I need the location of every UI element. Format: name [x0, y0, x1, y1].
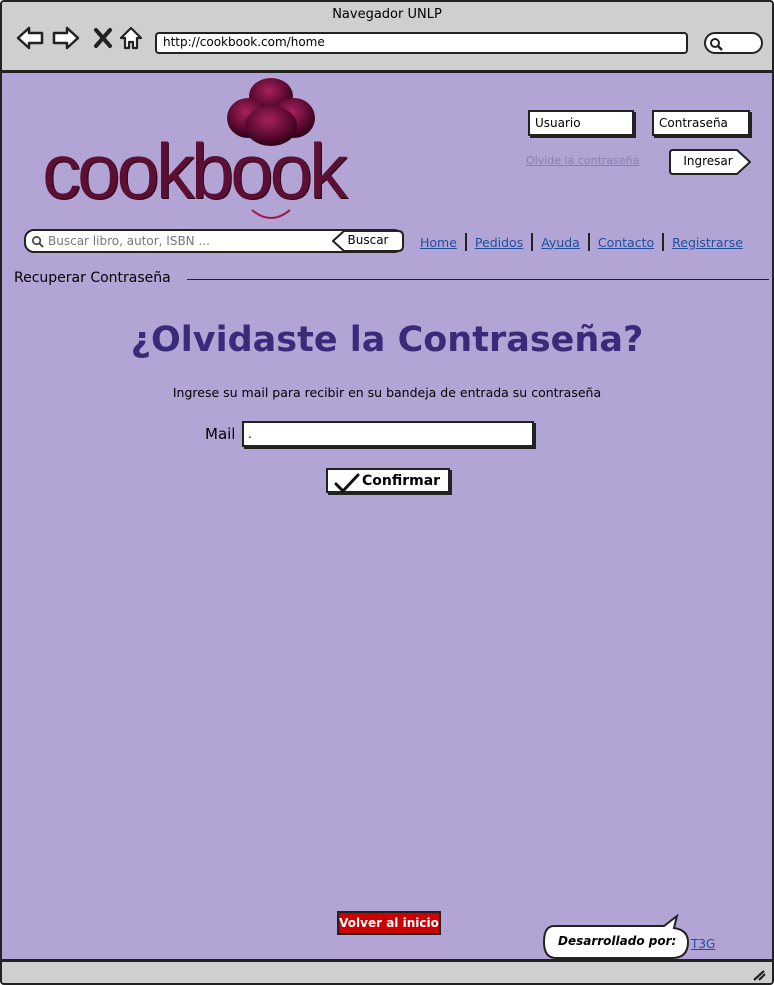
username-input[interactable]: Usuario [528, 110, 634, 136]
forward-arrow-icon[interactable] [52, 24, 80, 52]
status-bar [2, 959, 772, 983]
logo-text: cookbook [42, 127, 348, 215]
search-icon [710, 38, 723, 51]
mail-input[interactable]: . [242, 421, 534, 447]
mail-label: Mail [205, 425, 236, 443]
nav-link-registrarse[interactable]: Registrarse [672, 235, 743, 250]
password-input[interactable]: Contraseña [652, 110, 750, 136]
login-button[interactable]: Ingresar [669, 149, 751, 175]
section-title: Recuperar Contraseña [14, 270, 171, 286]
developed-by-text: Desarrollado por: [558, 934, 677, 948]
checkmark-icon [334, 473, 360, 493]
developed-by-callout: Desarrollado por: [542, 914, 692, 960]
nav-link-pedidos[interactable]: Pedidos [475, 235, 523, 250]
resize-grip-icon[interactable] [752, 969, 766, 981]
browser-toolbar: Navegador UNLP http://cookbook.com/home [2, 2, 772, 73]
login-button-label: Ingresar [683, 154, 733, 168]
back-arrow-icon[interactable] [16, 24, 44, 52]
section-divider [187, 279, 769, 280]
nav-separator [464, 233, 467, 251]
search-button-label: Buscar [347, 233, 389, 247]
search-button[interactable]: Buscar [332, 230, 404, 252]
confirm-button[interactable]: Confirmar [326, 468, 450, 493]
forgot-password-link[interactable]: Olvide la contraseña [526, 154, 639, 167]
page-title: ¿Olvidaste la Contraseña? [130, 320, 644, 360]
search-icon [32, 236, 44, 248]
browser-window: Navegador UNLP http://cookbook.com/home [0, 0, 774, 985]
developer-link[interactable]: T3G [691, 937, 715, 951]
back-home-button[interactable]: Volver al inicio [337, 911, 441, 935]
main-nav: Home Pedidos Ayuda Contacto Registrarse [420, 232, 743, 252]
search-placeholder: Buscar libro, autor, ISBN ... [48, 234, 210, 248]
browser-search-field[interactable] [704, 32, 763, 54]
home-icon[interactable] [117, 24, 145, 52]
window-title: Navegador UNLP [332, 7, 442, 22]
instructions-text: Ingrese su mail para recibir en su bande… [172, 385, 602, 400]
cookbook-logo[interactable]: cookbook [42, 78, 352, 226]
nav-separator [531, 233, 534, 251]
nav-separator [587, 233, 590, 251]
nav-link-contacto[interactable]: Contacto [598, 235, 654, 250]
nav-link-home[interactable]: Home [420, 235, 457, 250]
nav-link-ayuda[interactable]: Ayuda [541, 235, 580, 250]
address-bar[interactable]: http://cookbook.com/home [155, 32, 688, 54]
confirm-button-label: Confirmar [362, 473, 441, 489]
nav-separator [662, 233, 665, 251]
close-icon[interactable] [89, 24, 117, 52]
